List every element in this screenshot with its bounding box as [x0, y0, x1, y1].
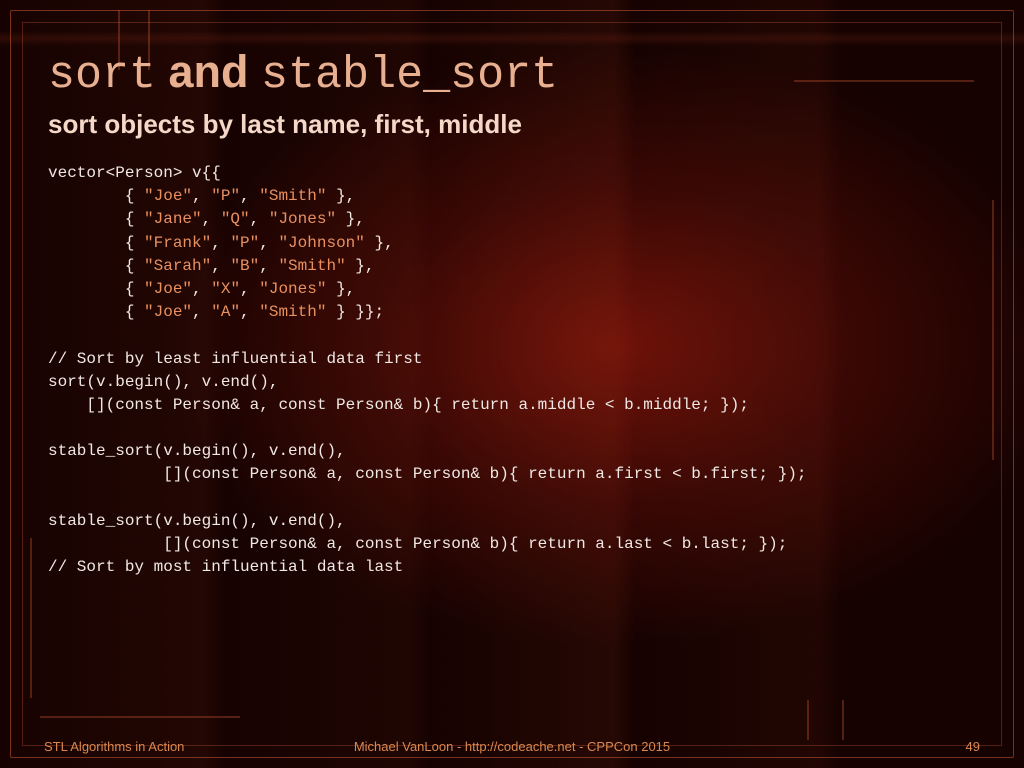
- slide-title: sort and stable_sort: [48, 46, 976, 101]
- title-and: and: [156, 46, 261, 97]
- code-line: // Sort by least influential data first: [48, 350, 422, 368]
- code-line: {: [48, 234, 144, 252]
- code-string: "P": [211, 187, 240, 205]
- code-line: sort(v.begin(), v.end(),: [48, 373, 278, 391]
- code-string: "Smith": [259, 303, 326, 321]
- code-string: "X": [211, 280, 240, 298]
- code-string: "Joe": [144, 280, 192, 298]
- code-line: // Sort by most influential data last: [48, 558, 403, 576]
- code-line: {: [48, 257, 144, 275]
- code-string: "A": [211, 303, 240, 321]
- code-string: "Joe": [144, 303, 192, 321]
- code-line: stable_sort(v.begin(), v.end(),: [48, 512, 346, 530]
- code-string: "Joe": [144, 187, 192, 205]
- slide-content: sort and stable_sort sort objects by las…: [0, 0, 1024, 768]
- code-string: "Frank": [144, 234, 211, 252]
- footer-center: Michael VanLoon - http://codeache.net - …: [0, 739, 1024, 754]
- code-string: "B": [230, 257, 259, 275]
- code-string: "P": [230, 234, 259, 252]
- code-string: "Jones": [269, 210, 336, 228]
- code-line: vector<Person> v{{: [48, 164, 221, 182]
- slide-subtitle: sort objects by last name, first, middle: [48, 109, 976, 140]
- code-string: "Sarah": [144, 257, 211, 275]
- code-line: [](const Person& a, const Person& b){ re…: [48, 396, 749, 414]
- title-code-1: sort: [48, 50, 156, 101]
- code-string: "Jane": [144, 210, 202, 228]
- code-string: "Q": [221, 210, 250, 228]
- code-line: {: [48, 187, 144, 205]
- slide-footer: STL Algorithms in Action Michael VanLoon…: [0, 739, 1024, 754]
- code-line: {: [48, 280, 144, 298]
- code-block: vector<Person> v{{ { "Joe", "P", "Smith"…: [48, 162, 976, 579]
- code-string: "Smith": [259, 187, 326, 205]
- code-line: {: [48, 303, 144, 321]
- code-string: "Johnson": [278, 234, 364, 252]
- code-string: "Smith": [278, 257, 345, 275]
- code-line: [](const Person& a, const Person& b){ re…: [48, 535, 787, 553]
- code-line: {: [48, 210, 144, 228]
- title-code-2: stable_sort: [261, 50, 558, 101]
- code-line: stable_sort(v.begin(), v.end(),: [48, 442, 346, 460]
- code-line: [](const Person& a, const Person& b){ re…: [48, 465, 807, 483]
- code-string: "Jones": [259, 280, 326, 298]
